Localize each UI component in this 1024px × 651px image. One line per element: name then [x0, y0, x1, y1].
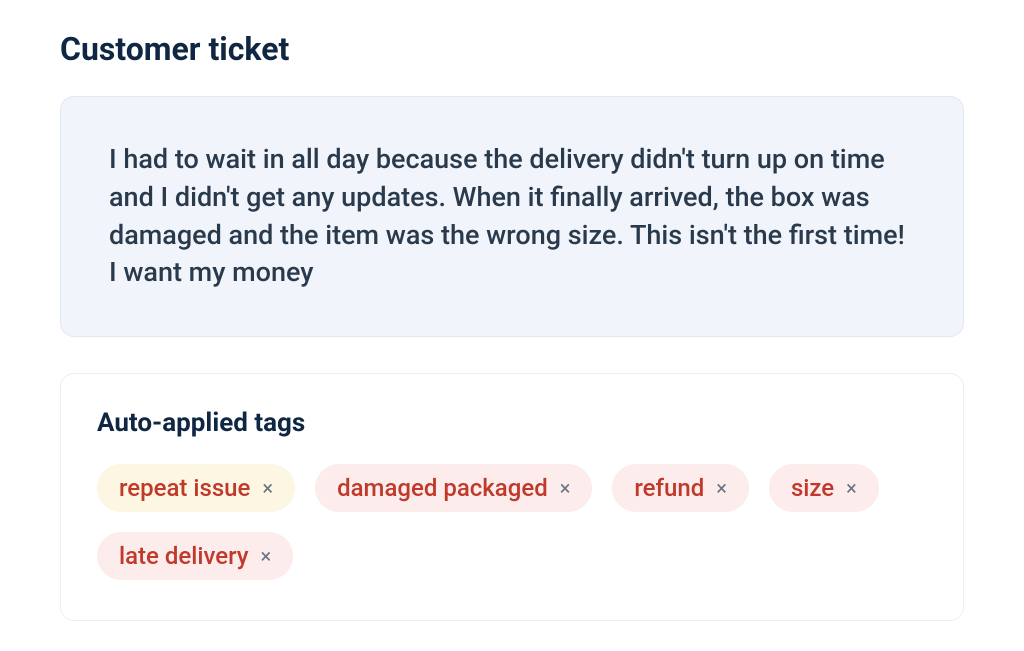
tag-label: size: [791, 474, 834, 502]
tag-size[interactable]: size ×: [769, 464, 879, 512]
close-icon[interactable]: ×: [261, 546, 272, 566]
close-icon[interactable]: ×: [846, 478, 857, 498]
close-icon[interactable]: ×: [262, 478, 273, 498]
tag-label: refund: [634, 474, 704, 502]
tag-repeat-issue[interactable]: repeat issue ×: [97, 464, 295, 512]
tag-damaged-packaged[interactable]: damaged packaged ×: [315, 464, 592, 512]
tag-refund[interactable]: refund ×: [612, 464, 749, 512]
page-title: Customer ticket: [60, 30, 964, 68]
tag-label: late delivery: [119, 542, 249, 570]
close-icon[interactable]: ×: [716, 478, 727, 498]
tag-late-delivery[interactable]: late delivery ×: [97, 532, 293, 580]
ticket-box: I had to wait in all day because the del…: [60, 96, 964, 337]
tag-label: repeat issue: [119, 474, 250, 502]
tags-section: Auto-applied tags repeat issue × damaged…: [60, 373, 964, 621]
tags-section-title: Auto-applied tags: [97, 408, 927, 438]
tag-label: damaged packaged: [337, 474, 548, 502]
tags-row: repeat issue × damaged packaged × refund…: [97, 464, 927, 580]
ticket-text: I had to wait in all day because the del…: [109, 141, 915, 292]
close-icon[interactable]: ×: [560, 478, 571, 498]
